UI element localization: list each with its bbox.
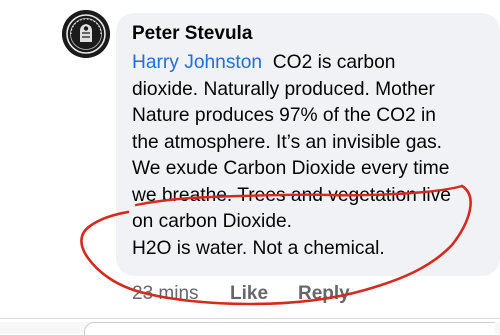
comment-author[interactable]: Peter Stevula (132, 23, 252, 45)
avatar-emblem-icon (62, 10, 110, 58)
comment-line-1: CO2 is carbon (272, 52, 396, 73)
mention-link[interactable]: Harry Johnston (132, 52, 262, 73)
like-button[interactable]: Like (230, 283, 298, 305)
divider-line (0, 318, 500, 319)
reply-button[interactable]: Reply (298, 283, 350, 305)
comment-line-6: we breathe. Trees and vegetation live (132, 184, 451, 206)
comment-timestamp[interactable]: 23 mins (132, 283, 230, 305)
comment-actions: 23 mins Like Reply (132, 283, 350, 305)
reply-input-stub[interactable] (84, 322, 495, 335)
comment-text: Harry Johnston CO2 is carbon dioxide. Na… (132, 50, 492, 262)
comment-line-4: the atmosphere. It’s an invisible gas. (132, 131, 443, 153)
comment-line-5: We exude Carbon Dioxide every time (132, 158, 450, 179)
comment-line-8: H2O is water. Not a chemical. (132, 237, 385, 259)
comment-line-3: Nature produces 97% of the CO2 in (132, 105, 436, 126)
comment-line-2: dioxide. Naturally produced. Mother (132, 78, 435, 100)
comment-line-7: on carbon Dioxide. (132, 211, 292, 232)
comment-avatar[interactable] (62, 10, 110, 58)
